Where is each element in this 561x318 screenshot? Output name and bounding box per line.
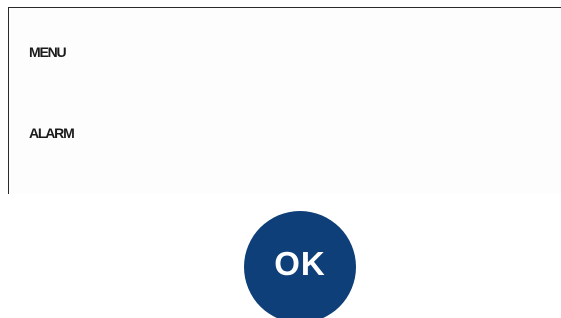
menu-option[interactable]: MENU	[29, 44, 67, 60]
device-screen: MENU ALARM OK	[0, 0, 561, 318]
display-panel: MENU ALARM	[8, 7, 561, 194]
ok-button[interactable]: OK	[244, 211, 356, 318]
ok-button-label: OK	[274, 245, 326, 282]
alarm-option[interactable]: ALARM	[29, 125, 75, 141]
